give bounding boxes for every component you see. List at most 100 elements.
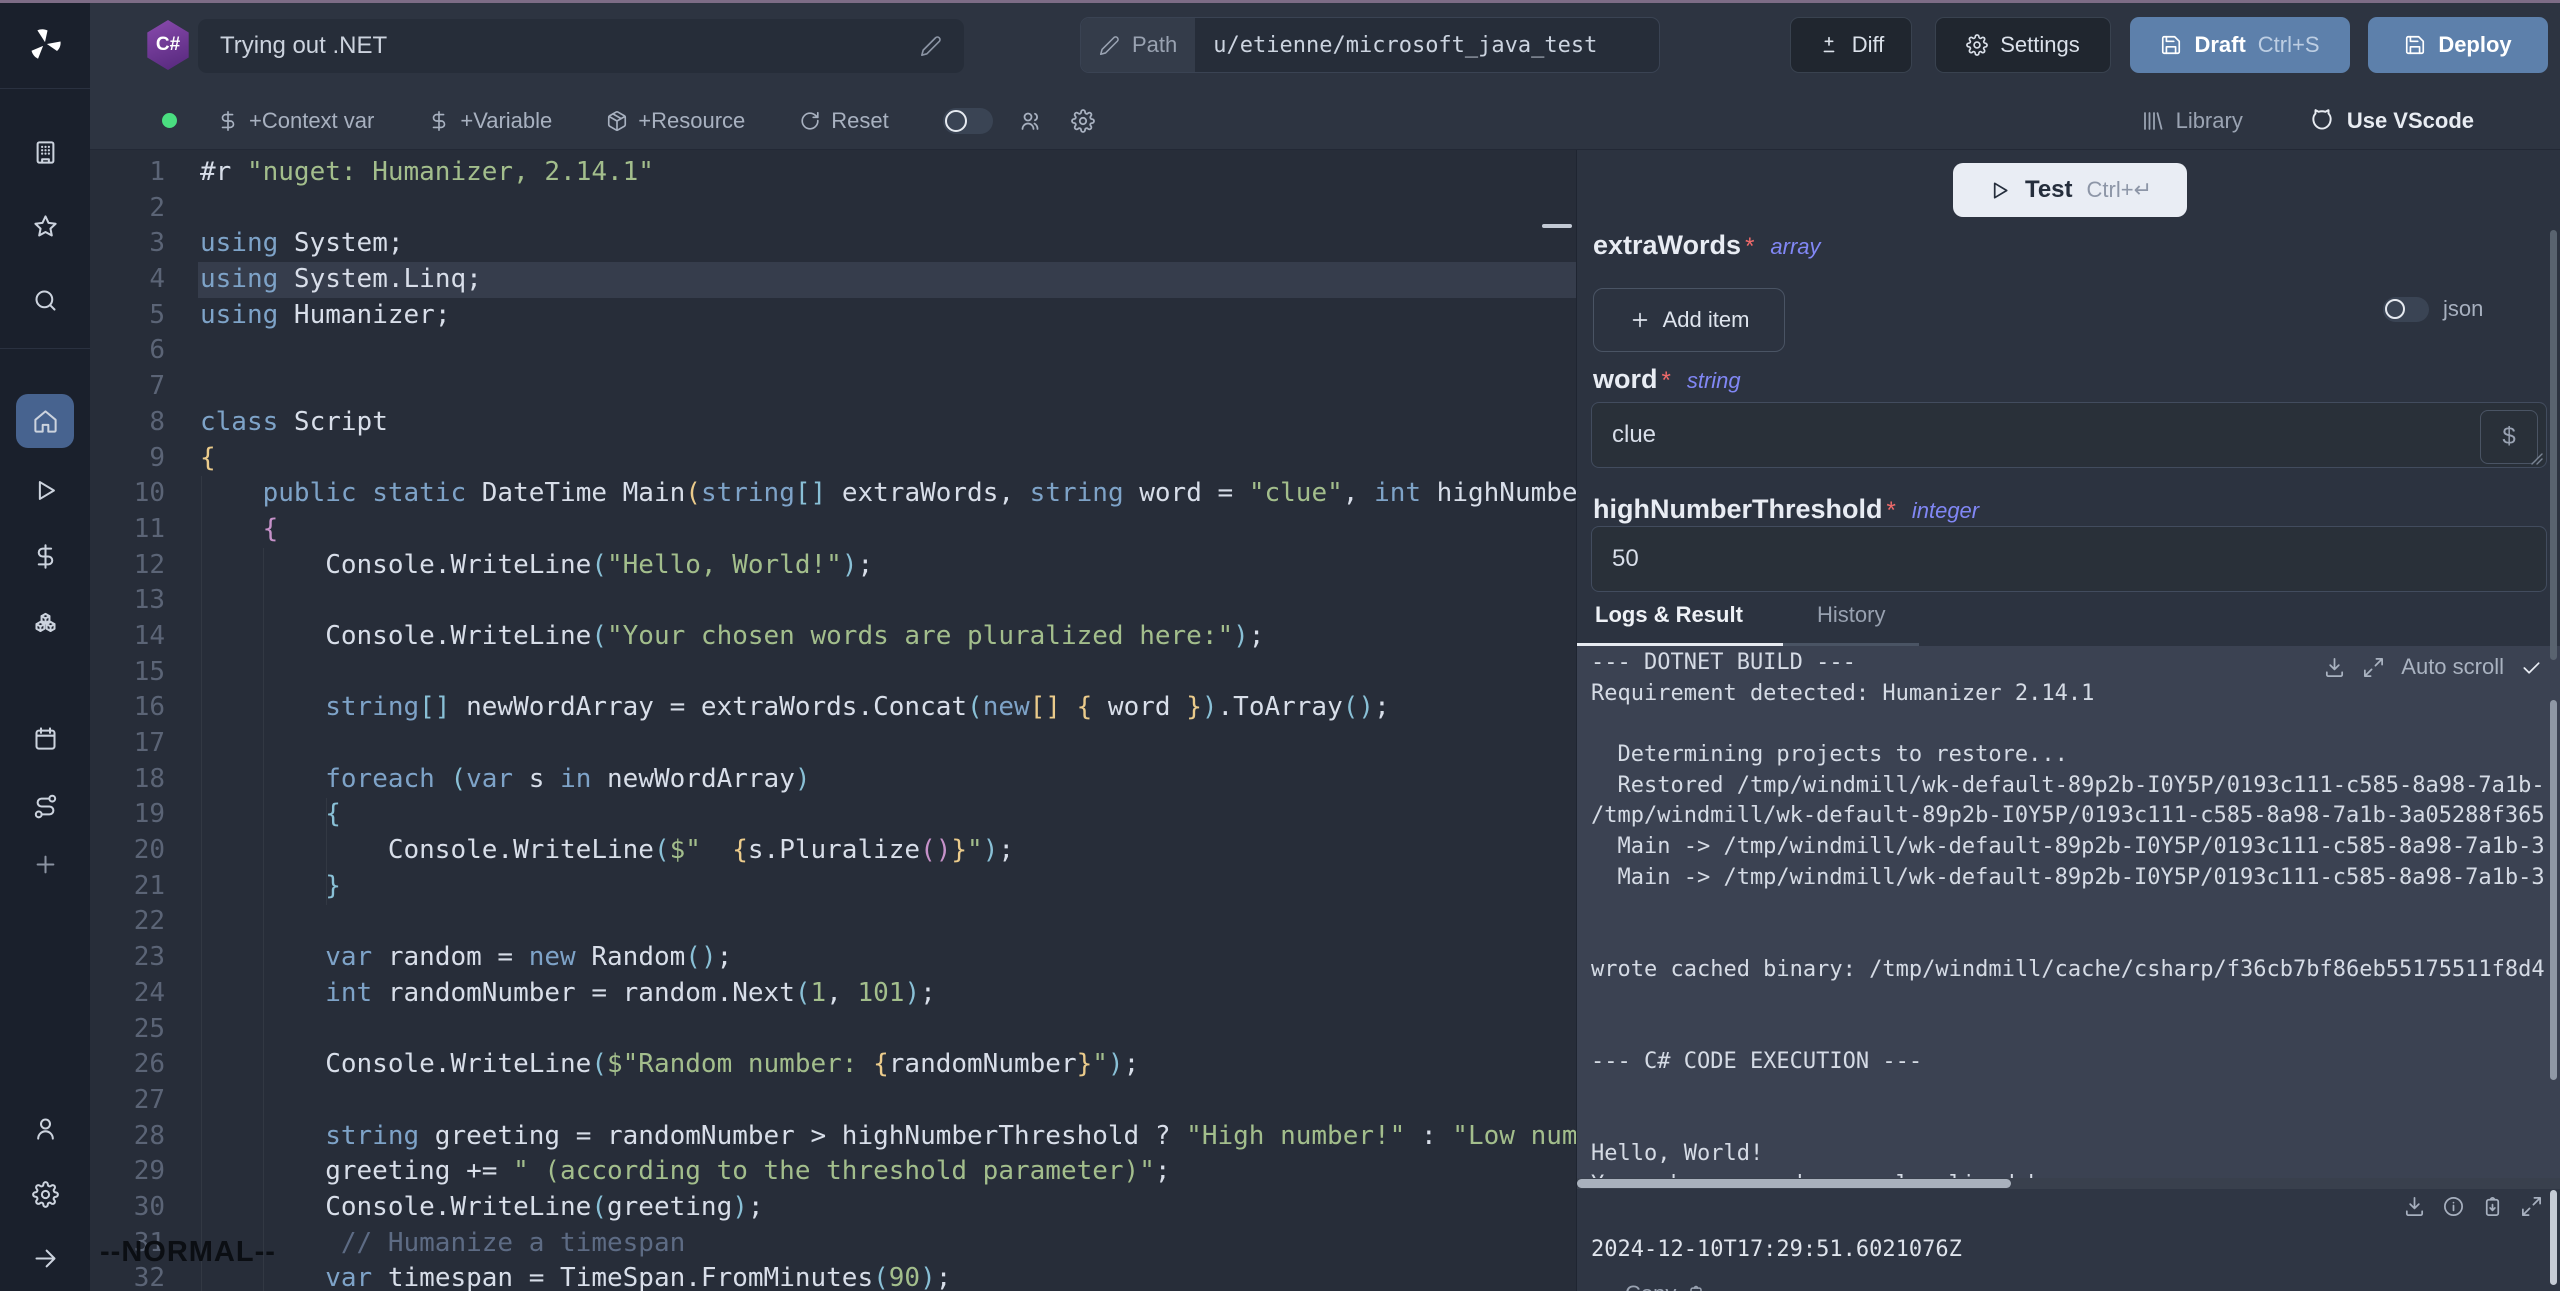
sidebar-item-runs[interactable]: [0, 462, 90, 518]
expand-icon[interactable]: [2520, 1195, 2543, 1218]
line-number: 8: [90, 405, 165, 441]
sidebar-collapse[interactable]: [0, 1230, 90, 1286]
code-line[interactable]: 9{: [90, 441, 1576, 477]
code-line[interactable]: 2: [90, 191, 1576, 227]
logs-panel[interactable]: --- DOTNET BUILD ---Requirement detected…: [1577, 646, 2560, 1178]
code-line[interactable]: 8class Script: [90, 405, 1576, 441]
line-number: 9: [90, 441, 165, 477]
line-number: 5: [90, 298, 165, 334]
add-context-var-button[interactable]: +Context var: [217, 108, 374, 134]
test-button[interactable]: Test Ctrl+↵: [1953, 163, 2187, 217]
sidebar-item-settings[interactable]: [0, 1166, 90, 1222]
word-input[interactable]: clue $: [1591, 402, 2547, 468]
sidebar-item-favorites[interactable]: [0, 198, 90, 254]
code-line[interactable]: 15: [90, 655, 1576, 691]
code-line[interactable]: 7: [90, 369, 1576, 405]
panel-resize-handle[interactable]: [1542, 224, 1572, 228]
code-line[interactable]: 25: [90, 1012, 1576, 1048]
sidebar-item-create[interactable]: [0, 836, 90, 892]
editor-settings-button[interactable]: [1071, 109, 1095, 133]
sidebar-item-schedules[interactable]: [0, 710, 90, 766]
download-icon[interactable]: [2323, 656, 2346, 679]
use-vscode-button[interactable]: Use VScode: [2309, 108, 2474, 134]
search-icon: [32, 287, 59, 314]
code-editor[interactable]: 1#r "nuget: Humanizer, 2.14.1"23using Sy…: [90, 150, 1576, 1291]
add-resource-button[interactable]: +Resource: [606, 108, 745, 134]
windmill-logo[interactable]: [0, 14, 90, 74]
result-panel[interactable]: 2024-12-10T17:29:51.6021076Z Copy: [1577, 1189, 2560, 1291]
sidebar-item-resources[interactable]: [0, 596, 90, 652]
multiplayer-button[interactable]: [1019, 109, 1043, 133]
code-line[interactable]: 23 var random = new Random();: [90, 940, 1576, 976]
settings-button[interactable]: Settings: [1935, 17, 2111, 73]
code-line[interactable]: 19 {: [90, 797, 1576, 833]
code-line[interactable]: 21 }: [90, 869, 1576, 905]
code-line[interactable]: 1#r "nuget: Humanizer, 2.14.1": [90, 155, 1576, 191]
reset-button[interactable]: Reset: [799, 108, 888, 134]
add-variable-label: +Variable: [460, 108, 552, 134]
log-line: [1591, 1078, 2545, 1109]
code-line[interactable]: 3using System;: [90, 226, 1576, 262]
check-icon[interactable]: [2520, 656, 2543, 679]
code-line[interactable]: 10 public static DateTime Main(string[] …: [90, 476, 1576, 512]
form-scrollbar-thumb[interactable]: [2550, 230, 2557, 660]
code-line[interactable]: 11 {: [90, 512, 1576, 548]
code-line[interactable]: 17: [90, 726, 1576, 762]
code-line[interactable]: 31 // Humanize a timespan: [90, 1226, 1576, 1262]
code-line[interactable]: 26 Console.WriteLine($"Random number: {r…: [90, 1047, 1576, 1083]
diff-button[interactable]: Diff: [1790, 17, 1912, 73]
line-number: 24: [90, 976, 165, 1012]
result-scrollbar-thumb[interactable]: [2550, 1190, 2557, 1285]
tab-logs-result[interactable]: Logs & Result: [1595, 602, 1743, 628]
draft-button[interactable]: Draft Ctrl+S: [2130, 17, 2350, 73]
code-line[interactable]: 12 Console.WriteLine("Hello, World!");: [90, 548, 1576, 584]
expand-icon[interactable]: [2362, 656, 2385, 679]
deploy-button[interactable]: Deploy: [2368, 17, 2548, 73]
copy-button[interactable]: Copy: [1625, 1281, 1706, 1291]
code-line[interactable]: 5using Humanizer;: [90, 298, 1576, 334]
code-line[interactable]: 13: [90, 583, 1576, 619]
sidebar-item-search[interactable]: [0, 272, 90, 328]
json-toggle[interactable]: [2383, 297, 2429, 322]
sidebar-item-workspace[interactable]: [0, 124, 90, 180]
sidebar-divider: [0, 88, 90, 89]
logs-scrollbar-thumb[interactable]: [2550, 700, 2557, 1080]
sidebar-item-account[interactable]: [0, 1100, 90, 1156]
code-line[interactable]: 32 var timespan = TimeSpan.FromMinutes(9…: [90, 1261, 1576, 1291]
script-title-input[interactable]: Trying out .NET: [198, 19, 964, 73]
info-icon[interactable]: [2442, 1195, 2465, 1218]
code-line[interactable]: 24 int randomNumber = random.Next(1, 101…: [90, 976, 1576, 1012]
code-line[interactable]: 4using System.Linq;: [90, 262, 1576, 298]
download-icon[interactable]: [2403, 1195, 2426, 1218]
code-line[interactable]: 18 foreach (var s in newWordArray): [90, 762, 1576, 798]
resize-corner-icon[interactable]: [2531, 453, 2543, 465]
insert-variable-button[interactable]: $: [2480, 410, 2538, 464]
sidebar-item-flows[interactable]: [0, 778, 90, 834]
code-line[interactable]: 16 string[] newWordArray = extraWords.Co…: [90, 690, 1576, 726]
code-line[interactable]: 14 Console.WriteLine("Your chosen words …: [90, 619, 1576, 655]
code-line[interactable]: 27: [90, 1083, 1576, 1119]
code-line[interactable]: 28 string greeting = randomNumber > high…: [90, 1119, 1576, 1155]
code-line[interactable]: 22: [90, 904, 1576, 940]
code-line[interactable]: 20 Console.WriteLine($" {s.Pluralize()}"…: [90, 833, 1576, 869]
test-shortcut: Ctrl+↵: [2087, 177, 2153, 203]
code-line[interactable]: 6: [90, 333, 1576, 369]
pencil-icon[interactable]: [920, 35, 942, 57]
sidebar-item-variables[interactable]: [0, 528, 90, 584]
path-field[interactable]: Path u/etienne/microsoft_java_test: [1080, 17, 1660, 73]
highnumberthreshold-input[interactable]: 50: [1591, 526, 2547, 592]
code-line[interactable]: 29 greeting += " (according to the thres…: [90, 1154, 1576, 1190]
tab-history[interactable]: History: [1817, 602, 1885, 628]
add-item-button[interactable]: Add item: [1593, 288, 1785, 352]
reset-label: Reset: [831, 108, 888, 134]
library-button[interactable]: Library: [2140, 108, 2243, 134]
route-icon: [32, 793, 59, 820]
scrollbar-thumb[interactable]: [1577, 1179, 2011, 1188]
clipboard-icon[interactable]: [2481, 1195, 2504, 1218]
sidebar-item-home[interactable]: [16, 394, 74, 448]
code-line[interactable]: 30 Console.WriteLine(greeting);: [90, 1190, 1576, 1226]
logs-horizontal-scrollbar[interactable]: [1577, 1178, 2560, 1189]
assistant-toggle[interactable]: [943, 108, 993, 134]
add-variable-button[interactable]: +Variable: [428, 108, 552, 134]
line-number: 7: [90, 369, 165, 405]
